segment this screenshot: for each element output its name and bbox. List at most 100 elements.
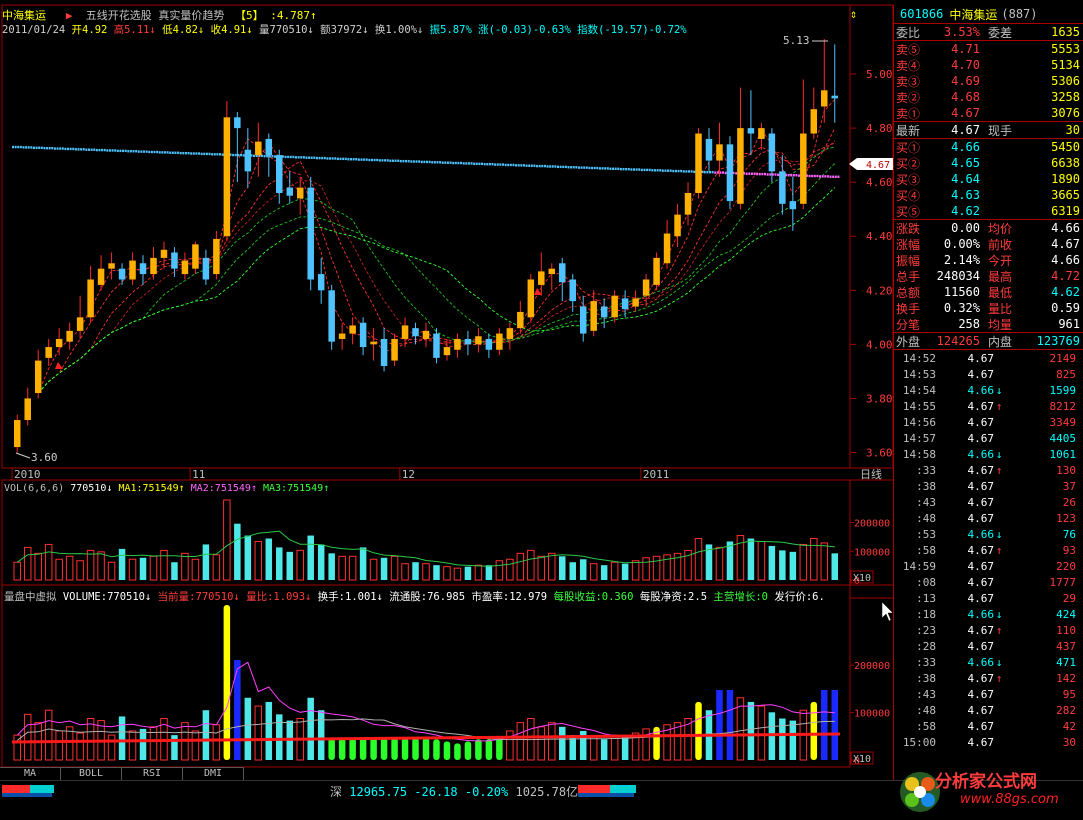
- candle-body: [380, 338, 388, 366]
- quote-stock-name: 中海集运: [949, 7, 998, 22]
- index-amount: 1025.78亿: [515, 785, 579, 799]
- period-button[interactable]: 日线: [860, 467, 882, 481]
- candle: [338, 322, 346, 350]
- long-ma-dot: [32, 146, 35, 150]
- anchor-icon[interactable]: ⇕: [850, 7, 857, 21]
- candle: [695, 128, 702, 199]
- stock-name: 中海集运: [2, 9, 46, 22]
- candle-body: [485, 338, 493, 350]
- down-arrow-icon: ↓: [145, 591, 152, 603]
- buy-row-value: 6319: [1051, 204, 1080, 218]
- candle-body: [87, 279, 94, 318]
- long-ma-dot: [530, 164, 533, 167]
- long-ma-dot: [93, 148, 96, 151]
- virtual-volume-bar: [412, 738, 419, 760]
- long-ma-dot: [357, 158, 360, 161]
- long-ma-dot: [821, 175, 824, 178]
- long-ma-dot: [478, 162, 481, 166]
- long-ma-dot: [378, 159, 381, 162]
- candle: [810, 87, 818, 139]
- candle: [171, 247, 178, 277]
- main-chart-canvas[interactable]: 5.00 4.80 4.60 4.40 4.20 4.00 3.80 3.60 2010 11 1…: [0, 0, 893, 780]
- long-ma-dot: [339, 157, 342, 161]
- tab-boll[interactable]: BOLL: [61, 767, 122, 780]
- vol-tick-label: 100000: [854, 547, 890, 558]
- stat-row-label: 换手: [896, 301, 921, 316]
- long-ma-dot: [407, 159, 410, 163]
- long-ma-dot: [80, 148, 83, 151]
- candlestick-series: [13, 38, 839, 453]
- candle: [590, 290, 597, 337]
- virtual-volume-bar: [642, 728, 650, 761]
- long-ma-dot: [350, 158, 353, 161]
- candle: [642, 274, 650, 307]
- tick-list[interactable]: 14:52 4.67 2149 14:53 4.67 825 14:54 4.66 ↓ 1599 1…: [894, 350, 1083, 750]
- long-ma-dot: [499, 163, 502, 166]
- formula-name[interactable]: 五线开花选股 真实量价趋势: [86, 9, 225, 22]
- sell-row-price: 4.71: [951, 42, 980, 56]
- tab-dmi[interactable]: DMI: [183, 767, 244, 780]
- long-ma-dot: [792, 174, 795, 177]
- candle-body: [317, 274, 325, 291]
- sell-row: 卖④ 4.70 5134: [894, 57, 1083, 73]
- long-ma-dot: [536, 164, 539, 168]
- candle-body: [160, 249, 168, 258]
- long-ma-dot: [234, 153, 237, 157]
- tick-price: 4.67: [967, 463, 995, 477]
- long-ma-dot: [308, 156, 311, 159]
- long-ma-dot: [423, 160, 426, 164]
- tick-time: :43: [916, 687, 936, 701]
- buy-row: 买② 4.65 6638: [894, 155, 1083, 171]
- candle: [485, 333, 493, 358]
- volume-bar: [338, 555, 346, 581]
- signal-marker-icon: [55, 362, 63, 369]
- index-percent: -0.20%: [464, 785, 509, 799]
- candle-body: [223, 117, 231, 237]
- stat-row-value: 0.59: [1051, 301, 1080, 315]
- long-ma-dot: [46, 146, 49, 150]
- long-ma-dot: [402, 159, 405, 163]
- candle: [422, 322, 430, 348]
- candle-body: [370, 341, 377, 345]
- sell-row: 卖⑤ 4.71 5553: [894, 41, 1083, 57]
- long-ma-dot: [575, 166, 578, 169]
- bar-volume: 量770510: [259, 24, 308, 36]
- stat-row-price: 0.00: [951, 221, 980, 235]
- volume-bar: [265, 538, 273, 580]
- tick-row: 15:00 4.67 30: [894, 734, 1083, 750]
- volume-bar: [390, 555, 399, 581]
- high-price-label: 5.13: [783, 34, 810, 47]
- long-ma-dot: [344, 157, 347, 161]
- long-ma-dot: [630, 168, 633, 171]
- volume-bar: [223, 499, 231, 581]
- long-ma-dot: [410, 160, 413, 163]
- volume-bar: [128, 558, 137, 581]
- buy-row: 买④ 4.63 3665: [894, 187, 1083, 203]
- tick-price: 4.67: [967, 687, 995, 701]
- long-ma-dot: [184, 151, 187, 155]
- tab-rsi[interactable]: RSI: [122, 767, 183, 780]
- volume-bar: [516, 552, 525, 581]
- buy-row-value: 3665: [1051, 188, 1080, 202]
- virtual-volume-bar: [454, 743, 461, 760]
- candle: [821, 38, 828, 123]
- long-ma-dot: [323, 156, 326, 160]
- volume-bar: [810, 538, 818, 581]
- virtual-volume-bar: [537, 726, 546, 761]
- virtual-volume-bar: [244, 697, 252, 760]
- long-ma-dot: [274, 155, 277, 158]
- tick-price: 4.67: [967, 639, 995, 653]
- long-ma-dot: [124, 149, 127, 153]
- tab-ma[interactable]: MA: [0, 767, 61, 780]
- virtual-volume-bar: [464, 741, 472, 760]
- long-ma-dot: [156, 150, 159, 154]
- index-ticker[interactable]: 深 12965.75 -26.18 -0.20% 1025.78亿: [330, 783, 578, 800]
- vol-indicator-name[interactable]: VOL(6,6,6): [4, 483, 64, 494]
- virtual-volume-bar: [44, 709, 53, 761]
- tick-time: :18: [916, 607, 936, 621]
- buy-row-price: 4.62: [951, 204, 980, 218]
- long-ma-dot: [192, 152, 195, 155]
- virtual-indicator-name[interactable]: 量盘中虚拟: [4, 591, 57, 603]
- long-ma-dot: [646, 168, 649, 172]
- long-ma-dot: [633, 168, 635, 171]
